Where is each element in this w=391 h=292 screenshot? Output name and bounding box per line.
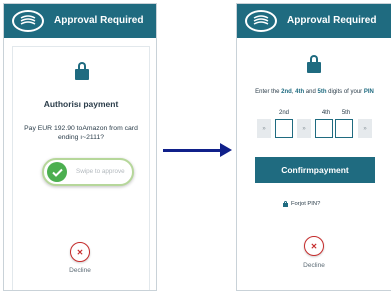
- pin-digit-6-masked: »: [358, 119, 372, 138]
- decline-button[interactable]: ✕: [70, 242, 90, 262]
- lock-icon: [283, 201, 288, 207]
- swipe-label: Swipe to approve: [76, 168, 125, 175]
- checkmark-icon[interactable]: [47, 162, 67, 182]
- padlock-icon: [75, 62, 89, 80]
- pin-digit-3-masked: »: [297, 119, 311, 138]
- pin-digit-4-input[interactable]: [315, 119, 333, 138]
- forgot-pin-label: Forjot PIN?: [291, 201, 321, 207]
- bank-logo-icon: [12, 10, 44, 32]
- bank-logo-icon: [245, 10, 277, 32]
- decline-button[interactable]: ✕: [304, 236, 324, 256]
- page-heading: Authorisı payment: [43, 99, 119, 109]
- decline-label: Decline: [69, 267, 91, 274]
- digit-label-4th: 4th: [321, 110, 331, 116]
- pin-digit-5-input[interactable]: [335, 119, 353, 138]
- forgot-pin-link[interactable]: Forjot PIN?: [283, 201, 320, 207]
- pin-digit-1-masked: »: [257, 119, 271, 138]
- header-bar: Approval Required: [4, 4, 156, 38]
- x-icon: ✕: [310, 241, 318, 251]
- pin-instruction: Enter the 2nd, 4th and 5th digits of you…: [255, 89, 374, 95]
- approve-screen: Approval Required Authorisı payment Pay …: [3, 3, 157, 291]
- swipe-to-approve-slider[interactable]: Swipe to approve: [42, 158, 134, 186]
- x-icon: ✕: [76, 247, 84, 257]
- digit-label-2nd: 2nd: [278, 110, 289, 116]
- confirm-payment-button[interactable]: Confirmpayment: [255, 157, 375, 183]
- card-ending-text: ending ı~2111?: [57, 134, 105, 141]
- pin-digit-2-input[interactable]: [275, 119, 293, 138]
- header-bar: Approval Required: [237, 4, 391, 38]
- digit-label-5th: 5th: [341, 110, 351, 116]
- header-title: Approval Required: [54, 15, 144, 26]
- arrow-shaft: [163, 149, 223, 152]
- padlock-icon: [307, 55, 321, 73]
- decline-label: Decline: [303, 262, 325, 269]
- arrow-right-icon: [220, 143, 232, 157]
- header-title: Approval Required: [287, 15, 377, 26]
- pin-screen: Approval Required Enter the 2nd, 4th and…: [236, 3, 391, 291]
